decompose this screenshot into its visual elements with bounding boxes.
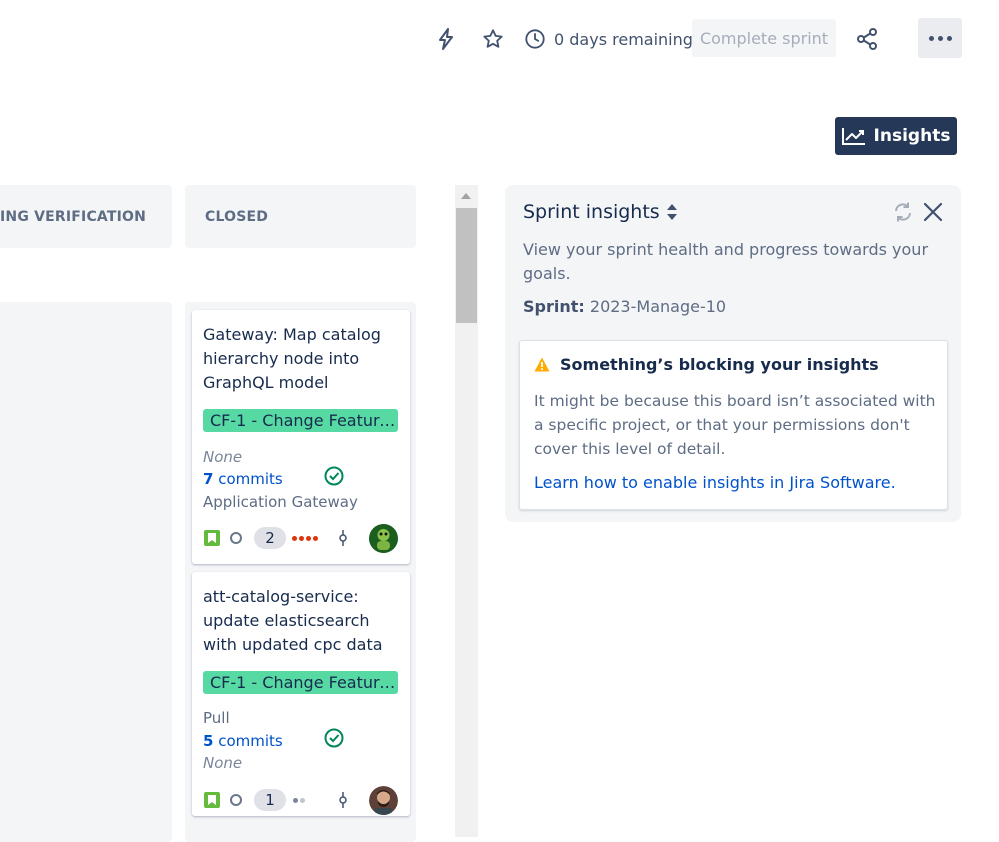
more-actions-button[interactable] — [918, 18, 962, 58]
check-circle-icon — [324, 728, 344, 748]
issue-card[interactable]: att-catalog-service: update elasticsearc… — [192, 572, 410, 816]
insights-blocked-message: Something’s blocking your insights It mi… — [519, 340, 948, 510]
branch-icon — [339, 530, 347, 546]
share-icon[interactable] — [854, 26, 880, 52]
panel-title[interactable]: Sprint insights — [523, 201, 678, 223]
priority-highest-icon — [292, 536, 318, 541]
issue-card[interactable]: Gateway: Map catalog hierarchy node into… — [192, 310, 410, 564]
commits-count: 5 — [203, 732, 214, 750]
story-points-badge: 1 — [254, 789, 286, 811]
warning-title: Something’s blocking your insights — [560, 355, 879, 374]
column-header-closed[interactable]: CLOSED — [185, 185, 416, 248]
star-icon[interactable] — [480, 26, 506, 52]
story-icon — [204, 530, 220, 546]
story-icon — [204, 792, 220, 808]
close-icon[interactable] — [921, 200, 945, 224]
automation-icon[interactable] — [433, 26, 459, 52]
branch-icon — [339, 792, 347, 808]
assignee-avatar[interactable] — [369, 524, 398, 553]
panel-title-text: Sprint insights — [523, 201, 660, 223]
sprint-insights-panel: Sprint insights View your sprint health … — [505, 185, 961, 522]
refresh-icon[interactable] — [891, 200, 915, 224]
complete-sprint-button[interactable]: Complete sprint — [692, 19, 836, 57]
sprint-label: Sprint: — [523, 297, 585, 316]
issue-summary: Gateway: Map catalog hierarchy node into… — [203, 325, 381, 392]
assignee-avatar[interactable] — [369, 786, 398, 815]
warning-heading: Something’s blocking your insights — [534, 355, 879, 374]
chart-icon — [841, 128, 865, 145]
column-body-verification — [0, 302, 172, 842]
commits-link[interactable]: 7 commits — [203, 470, 283, 488]
issue-field: None — [203, 448, 243, 466]
warning-body: It might be because this board isn’t ass… — [534, 392, 936, 458]
issue-summary: att-catalog-service: update elasticsearc… — [203, 587, 383, 654]
clock-icon — [525, 29, 545, 49]
commits-label: commits — [218, 470, 283, 488]
component-label: None — [203, 754, 243, 772]
sprint-value: 2023-Manage-10 — [589, 297, 727, 316]
epic-label[interactable]: CF-1 - Change Feature... — [203, 671, 398, 694]
insights-button-label: Insights — [873, 126, 951, 146]
commits-count: 7 — [203, 470, 214, 488]
commits-link[interactable]: 5 commits — [203, 732, 283, 750]
status-circle-icon — [230, 794, 242, 806]
sort-icon[interactable] — [666, 202, 678, 222]
column-title: ING VERIFICATION — [0, 208, 147, 225]
epic-label[interactable]: CF-1 - Change Feature... — [203, 409, 398, 432]
issue-field: Pull — [203, 709, 230, 727]
commits-label: commits — [218, 732, 283, 750]
story-points-badge: 2 — [254, 527, 286, 549]
learn-insights-link[interactable]: Learn how to enable insights in Jira Sof… — [534, 473, 896, 492]
component-label: Application Gateway — [203, 493, 358, 511]
days-remaining-text: 0 days remaining — [554, 29, 693, 49]
check-circle-icon — [324, 466, 344, 486]
column-title: CLOSED — [205, 208, 269, 225]
priority-low-icon — [293, 798, 305, 803]
warning-icon — [534, 357, 550, 372]
status-circle-icon — [230, 532, 242, 544]
scroll-up-arrow-icon[interactable] — [461, 193, 471, 199]
scrollbar-thumb[interactable] — [456, 208, 477, 323]
sprint-name: Sprint: 2023-Manage-10 — [523, 297, 726, 316]
insights-button[interactable]: Insights — [835, 117, 957, 155]
column-header-verification[interactable]: ING VERIFICATION — [0, 185, 172, 248]
panel-description: View your sprint health and progress tow… — [523, 240, 929, 283]
sprint-time-remaining: 0 days remaining — [524, 26, 693, 52]
